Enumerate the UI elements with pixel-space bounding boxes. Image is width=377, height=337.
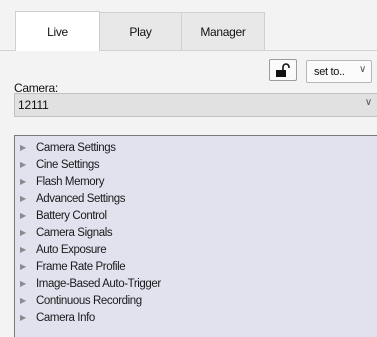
- tree-item-label: Camera Signals: [36, 226, 113, 239]
- tree-item-advanced-settings[interactable]: ▶ Advanced Settings: [15, 190, 377, 207]
- tree-item-label: Auto Exposure: [36, 243, 107, 256]
- tab-label: Live: [47, 24, 68, 39]
- settings-tree: ▶ Camera Settings ▶ Cine Settings ▶ Flas…: [14, 135, 377, 337]
- tree-item-label: Advanced Settings: [36, 192, 126, 205]
- tab-play[interactable]: Play: [99, 12, 182, 50]
- tab-live[interactable]: Live: [15, 11, 100, 51]
- expand-arrow-icon[interactable]: ▶: [20, 177, 36, 186]
- expand-arrow-icon[interactable]: ▶: [20, 262, 36, 271]
- expand-arrow-icon[interactable]: ▶: [20, 194, 36, 203]
- tree-item-flash-memory[interactable]: ▶ Flash Memory: [15, 173, 377, 190]
- expand-arrow-icon[interactable]: ▶: [20, 160, 36, 169]
- tab-label: Play: [129, 24, 152, 39]
- tree-item-label: Camera Info: [36, 311, 95, 324]
- tree-item-label: Frame Rate Profile: [36, 260, 126, 273]
- tree-item-camera-info[interactable]: ▶ Camera Info: [15, 309, 377, 326]
- tree-item-label: Continuous Recording: [36, 294, 142, 307]
- live-panel: Camera: set to.. ∨ 12111 ∨ ▶ Camera Sett…: [0, 51, 377, 337]
- set-to-label: set to..: [314, 65, 345, 78]
- chevron-down-icon: ∨: [358, 64, 366, 75]
- tab-manager[interactable]: Manager: [181, 12, 265, 50]
- camera-selected-value: 12111: [18, 98, 49, 112]
- tree-item-continuous-recording[interactable]: ▶ Continuous Recording: [15, 292, 377, 309]
- chevron-down-icon: ∨: [364, 97, 372, 108]
- tree-item-battery-control[interactable]: ▶ Battery Control: [15, 207, 377, 224]
- expand-arrow-icon[interactable]: ▶: [20, 313, 36, 322]
- expand-arrow-icon[interactable]: ▶: [20, 228, 36, 237]
- tree-item-label: Battery Control: [36, 209, 107, 222]
- tree-item-camera-settings[interactable]: ▶ Camera Settings: [15, 139, 377, 156]
- tree-item-auto-exposure[interactable]: ▶ Auto Exposure: [15, 241, 377, 258]
- lock-button[interactable]: [269, 59, 297, 81]
- tree-item-camera-signals[interactable]: ▶ Camera Signals: [15, 224, 377, 241]
- tab-bar: Live Play Manager: [0, 0, 377, 51]
- tree-item-image-based-auto-trigger[interactable]: ▶ Image-Based Auto-Trigger: [15, 275, 377, 292]
- expand-arrow-icon[interactable]: ▶: [20, 245, 36, 254]
- tree-item-label: Image-Based Auto-Trigger: [36, 277, 161, 290]
- camera-select[interactable]: 12111 ∨: [14, 93, 377, 117]
- set-to-dropdown[interactable]: set to.. ∨: [306, 60, 372, 83]
- tree-item-label: Cine Settings: [36, 158, 100, 171]
- unlock-icon: [276, 63, 290, 77]
- tree-item-frame-rate-profile[interactable]: ▶ Frame Rate Profile: [15, 258, 377, 275]
- tree-item-label: Flash Memory: [36, 175, 105, 188]
- tab-label: Manager: [200, 24, 246, 39]
- tree-item-cine-settings[interactable]: ▶ Cine Settings: [15, 156, 377, 173]
- expand-arrow-icon[interactable]: ▶: [20, 211, 36, 220]
- expand-arrow-icon[interactable]: ▶: [20, 143, 36, 152]
- expand-arrow-icon[interactable]: ▶: [20, 279, 36, 288]
- tree-item-label: Camera Settings: [36, 141, 116, 154]
- expand-arrow-icon[interactable]: ▶: [20, 296, 36, 305]
